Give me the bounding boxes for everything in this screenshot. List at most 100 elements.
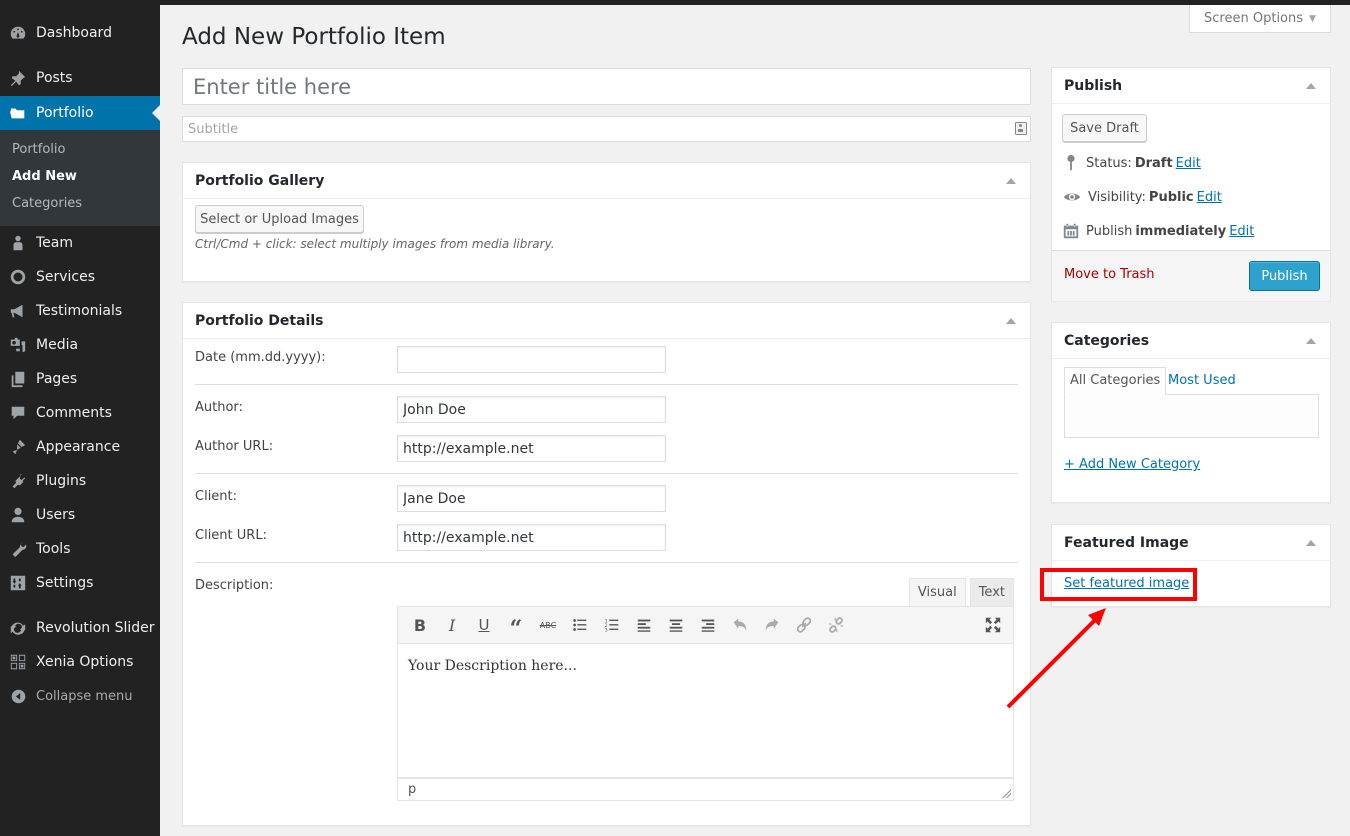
sidebar-item-posts[interactable]: Posts (0, 61, 160, 95)
tab-visual[interactable]: Visual (908, 578, 966, 606)
caret-down-icon: ▼ (1309, 13, 1316, 24)
comment-icon (0, 404, 36, 422)
strikethrough-button[interactable]: ABC (532, 610, 564, 640)
save-draft-button[interactable]: Save Draft (1062, 114, 1147, 142)
screen-options-button[interactable]: Screen Options ▼ (1189, 5, 1331, 33)
sidebar-item-label: Users (36, 507, 76, 523)
gallery-hint: Ctrl/Cmd + click: select multiply images… (195, 237, 555, 251)
toggle-panel-icon[interactable] (1306, 338, 1316, 344)
editor-content[interactable]: Your Description here... (397, 644, 1014, 778)
move-to-trash-link[interactable]: Move to Trash (1064, 267, 1155, 282)
sliders-icon (0, 574, 36, 592)
person-icon (0, 234, 36, 252)
sidebar-item-label: Comments (36, 405, 112, 421)
refresh-icon (0, 619, 36, 637)
portfolio-gallery-header: Portfolio Gallery (183, 163, 1030, 199)
fullscreen-button[interactable] (977, 610, 1009, 640)
subtitle-input[interactable] (182, 116, 1031, 142)
client-url-input[interactable] (397, 524, 666, 551)
bullet-list-button[interactable] (564, 610, 596, 640)
edit-visibility-link[interactable]: Edit (1197, 190, 1222, 205)
categories-title: Categories (1064, 332, 1150, 349)
status-row: Status: Draft Edit (1062, 154, 1201, 172)
date-input[interactable] (397, 346, 666, 373)
plug-icon (0, 472, 36, 490)
subtitle-icon[interactable] (1015, 122, 1027, 135)
author-input[interactable] (397, 396, 666, 423)
sidebar-item-services[interactable]: Services (0, 260, 160, 294)
sidebar-item-team[interactable]: Team (0, 226, 160, 260)
sidebar-item-comments[interactable]: Comments (0, 396, 160, 430)
client-url-label: Client URL: (195, 528, 267, 543)
annotation-arrow-head (1088, 608, 1106, 626)
tab-text[interactable]: Text (969, 578, 1014, 606)
screen-options-label: Screen Options (1204, 11, 1304, 26)
publish-button[interactable]: Publish (1249, 261, 1320, 291)
sidebar-item-revolution-slider[interactable]: Revolution Slider (0, 611, 160, 645)
bold-button[interactable]: B (404, 610, 436, 640)
visibility-value: Public (1148, 189, 1194, 205)
featured-image-header: Featured Image (1052, 525, 1330, 561)
toggle-panel-icon[interactable] (1306, 83, 1316, 89)
submenu-item-categories[interactable]: Categories (12, 196, 82, 211)
portfolio-details-box: Portfolio Details Date (mm.dd.yyyy): Aut… (182, 302, 1031, 826)
publish-time-row: Publish immediately Edit (1062, 222, 1254, 240)
sidebar-item-label: Testimonials (36, 303, 123, 319)
blockquote-button[interactable]: “ (500, 610, 532, 642)
toggle-panel-icon[interactable] (1006, 318, 1016, 324)
categories-list[interactable] (1064, 394, 1319, 438)
sidebar-item-label: Xenia Options (36, 654, 134, 670)
align-left-button[interactable] (628, 610, 660, 640)
redo-button[interactable] (756, 610, 788, 640)
portfolio-submenu: Portfolio Add New Categories (0, 130, 160, 226)
author-url-input[interactable] (397, 435, 666, 462)
sidebar-item-label: Dashboard (36, 25, 112, 41)
sidebar-item-plugins[interactable]: Plugins (0, 464, 160, 498)
title-input[interactable] (182, 68, 1031, 105)
add-new-category-link[interactable]: + Add New Category (1064, 457, 1200, 472)
edit-status-link[interactable]: Edit (1176, 156, 1201, 171)
select-upload-images-button[interactable]: Select or Upload Images (195, 205, 364, 233)
align-center-button[interactable] (660, 610, 692, 640)
link-button[interactable] (788, 610, 820, 640)
user-icon (0, 506, 36, 524)
sidebar-item-label: Portfolio (36, 105, 94, 121)
author-label: Author: (195, 400, 243, 415)
client-input[interactable] (397, 485, 666, 512)
sidebar-item-testimonials[interactable]: Testimonials (0, 294, 160, 328)
toggle-panel-icon[interactable] (1306, 540, 1316, 546)
submenu-item-add-new[interactable]: Add New (12, 169, 77, 184)
underline-button[interactable]: U (468, 610, 500, 640)
align-right-button[interactable] (692, 610, 724, 640)
sidebar-item-tools[interactable]: Tools (0, 532, 160, 566)
tab-all-categories[interactable]: All Categories (1064, 367, 1167, 395)
edit-publish-time-link[interactable]: Edit (1229, 224, 1254, 239)
sidebar-item-appearance[interactable]: Appearance (0, 430, 160, 464)
italic-button[interactable]: I (436, 610, 468, 640)
set-featured-image-link[interactable]: Set featured image (1064, 576, 1189, 591)
tab-most-used[interactable]: Most Used (1168, 373, 1236, 388)
circle-icon (0, 268, 36, 286)
status-value: Draft (1134, 155, 1173, 171)
sidebar-item-pages[interactable]: Pages (0, 362, 160, 396)
status-label: Status: (1086, 155, 1132, 171)
sidebar-item-dashboard[interactable]: Dashboard (0, 16, 160, 50)
submenu-item-portfolio[interactable]: Portfolio (12, 142, 65, 157)
numbered-list-button[interactable]: 123 (596, 610, 628, 640)
collapse-icon (0, 688, 36, 705)
sidebar-item-xenia-options[interactable]: Xenia Options (0, 645, 160, 679)
publish-time-value: immediately (1135, 223, 1227, 239)
collapse-menu-button[interactable]: Collapse menu (0, 684, 160, 708)
sidebar-item-users[interactable]: Users (0, 498, 160, 532)
publish-box: Publish Save Draft Status: Draft Edit Vi… (1051, 67, 1331, 301)
portfolio-details-title: Portfolio Details (195, 312, 324, 329)
toggle-panel-icon[interactable] (1006, 178, 1016, 184)
sidebar-item-portfolio[interactable]: Portfolio (0, 96, 160, 130)
admin-sidebar: Dashboard Posts Portfolio Portfolio Add … (0, 0, 160, 836)
resize-handle[interactable] (1002, 789, 1011, 798)
publish-time-label: Publish (1086, 223, 1133, 239)
sidebar-item-media[interactable]: Media (0, 328, 160, 362)
undo-button[interactable] (724, 610, 756, 640)
unlink-button[interactable] (820, 610, 852, 640)
sidebar-item-settings[interactable]: Settings (0, 566, 160, 600)
